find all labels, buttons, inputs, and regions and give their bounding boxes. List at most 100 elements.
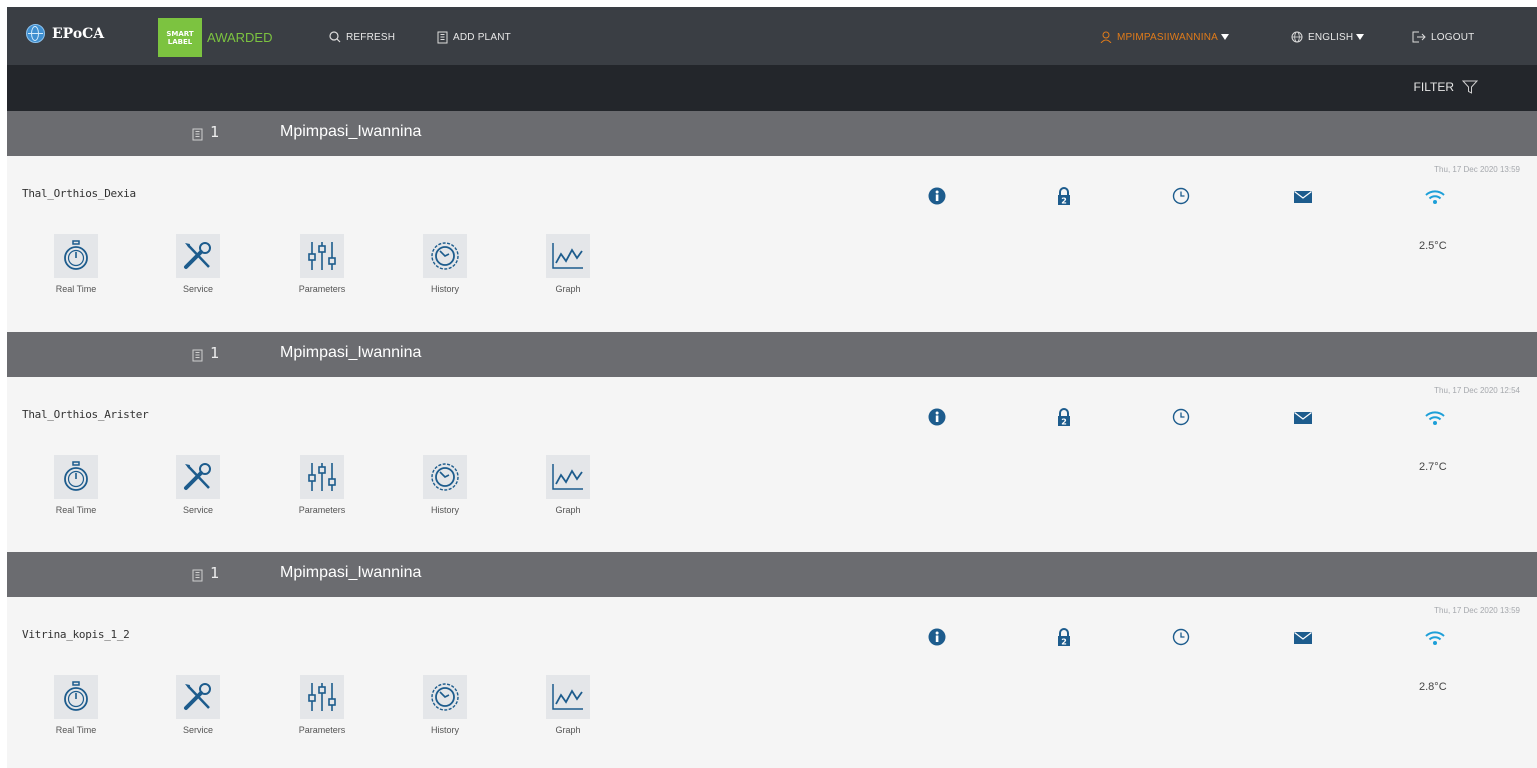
group-count: 1	[210, 564, 220, 582]
group-header: 1 Mpimpasi_Iwannina	[7, 552, 1537, 597]
device-name: Thal_Orthios_Arister	[22, 408, 149, 421]
add-plant-button[interactable]: ADD PLANT	[437, 29, 511, 45]
history-button[interactable]: History	[403, 455, 487, 515]
service-label: Service	[182, 284, 213, 294]
language-chevron-down-icon	[1356, 34, 1365, 40]
user-menu[interactable]: MPIMPASIIWANNINA	[1100, 29, 1229, 45]
parameters-label: Parameters	[298, 284, 346, 294]
parameters-button[interactable]: Parameters	[280, 675, 364, 735]
service-button[interactable]: Service	[156, 675, 240, 735]
history-icon	[423, 455, 467, 499]
group-header: 1 Mpimpasi_Iwannina	[7, 111, 1537, 156]
info-button[interactable]	[927, 187, 947, 209]
service-label: Service	[182, 725, 213, 735]
stopwatch-icon	[54, 455, 98, 499]
brand-logo[interactable]: EPoCA	[26, 24, 104, 43]
mail-button[interactable]	[1293, 409, 1313, 429]
mail-icon	[1294, 410, 1312, 429]
real-time-button[interactable]: Real Time	[34, 455, 118, 515]
language-label: ENGLISH	[1308, 31, 1354, 43]
globe-logo-icon	[26, 24, 45, 43]
temperature-value: 2.5°C	[1419, 240, 1447, 252]
building-icon	[437, 31, 448, 43]
graph-button[interactable]: Graph	[526, 675, 610, 735]
sliders-icon	[300, 675, 344, 719]
user-chevron-down-icon	[1220, 34, 1229, 40]
page-frame: EPoCA SMART LABEL AWARDED REFRESH ADD PL…	[7, 7, 1537, 768]
logout-button[interactable]: LOGOUT	[1412, 29, 1474, 45]
info-button[interactable]	[927, 628, 947, 649]
graph-label: Graph	[555, 505, 581, 515]
device-row: Thal_Orthios_Dexia Real Time Service Parame…	[7, 156, 1537, 331]
add-plant-label: ADD PLANT	[453, 31, 511, 43]
history-label: History	[430, 505, 459, 515]
lock-badge-number: 2	[1061, 418, 1067, 427]
group-count: 1	[210, 344, 220, 362]
logout-icon	[1412, 31, 1426, 43]
language-globe-icon	[1291, 31, 1303, 43]
lock-badge-number: 2	[1061, 638, 1067, 647]
clock-icon	[1172, 187, 1190, 209]
sliders-icon	[300, 234, 344, 278]
clock-button[interactable]	[1171, 187, 1191, 209]
lock-badge-number: 2	[1061, 197, 1067, 206]
real-time-label: Real Time	[55, 284, 97, 294]
real-time-button[interactable]: Real Time	[34, 675, 118, 735]
group-name: Mpimpasi_Iwannina	[280, 123, 422, 140]
service-button[interactable]: Service	[156, 234, 240, 294]
refresh-label: REFRESH	[346, 31, 396, 43]
brand-name: EPoCA	[52, 25, 105, 42]
language-selector[interactable]: ENGLISH	[1291, 29, 1365, 45]
top-navigation-bar: EPoCA SMART LABEL AWARDED REFRESH ADD PL…	[7, 7, 1537, 65]
graph-button[interactable]: Graph	[526, 455, 610, 515]
parameters-label: Parameters	[298, 505, 346, 515]
device-row: Thal_Orthios_Arister Real Time Service Para…	[7, 377, 1537, 552]
building-icon	[192, 126, 203, 145]
service-button[interactable]: Service	[156, 455, 240, 515]
filter-button[interactable]: FILTER	[1414, 80, 1478, 94]
info-button[interactable]	[927, 408, 947, 429]
tools-icon	[176, 234, 220, 278]
clock-button[interactable]	[1171, 408, 1191, 430]
lock-icon: 2	[1057, 187, 1071, 209]
real-time-label: Real Time	[55, 725, 97, 735]
wifi-signal-icon	[1424, 188, 1446, 210]
refresh-button[interactable]: REFRESH	[329, 29, 395, 45]
device-row: Vitrina_kopis_1_2 Real Time Service Paramet…	[7, 597, 1537, 768]
device-name: Vitrina_kopis_1_2	[22, 628, 130, 641]
logout-label: LOGOUT	[1431, 31, 1475, 43]
temperature-value: 2.8°C	[1419, 681, 1447, 693]
stopwatch-icon	[54, 675, 98, 719]
graph-label: Graph	[555, 284, 581, 294]
parameters-button[interactable]: Parameters	[280, 455, 364, 515]
badge-line2: LABEL	[167, 38, 193, 46]
last-update-timestamp: Thu, 17 Dec 2020 13:59	[1434, 165, 1520, 174]
group-header: 1 Mpimpasi_Iwannina	[7, 332, 1537, 377]
graph-icon	[546, 675, 590, 719]
username-label: MPIMPASIIWANNINA	[1117, 31, 1218, 43]
clock-button[interactable]	[1171, 628, 1191, 650]
history-button[interactable]: History	[403, 234, 487, 294]
clock-icon	[1172, 408, 1190, 430]
history-button[interactable]: History	[403, 675, 487, 735]
mail-button[interactable]	[1293, 629, 1313, 649]
last-update-timestamp: Thu, 17 Dec 2020 13:59	[1434, 606, 1520, 615]
history-icon	[423, 675, 467, 719]
mail-icon	[1294, 189, 1312, 208]
info-icon	[928, 187, 946, 209]
lock-button[interactable]: 2	[1054, 187, 1074, 209]
group-name: Mpimpasi_Iwannina	[280, 344, 422, 361]
graph-button[interactable]: Graph	[526, 234, 610, 294]
mail-icon	[1294, 630, 1312, 649]
real-time-button[interactable]: Real Time	[34, 234, 118, 294]
lock-button[interactable]: 2	[1054, 628, 1074, 649]
sliders-icon	[300, 455, 344, 499]
clock-icon	[1172, 628, 1190, 650]
graph-label: Graph	[555, 725, 581, 735]
lock-button[interactable]: 2	[1054, 408, 1074, 429]
mail-button[interactable]	[1293, 188, 1313, 208]
graph-icon	[546, 455, 590, 499]
service-label: Service	[182, 505, 213, 515]
tools-icon	[176, 455, 220, 499]
parameters-button[interactable]: Parameters	[280, 234, 364, 294]
